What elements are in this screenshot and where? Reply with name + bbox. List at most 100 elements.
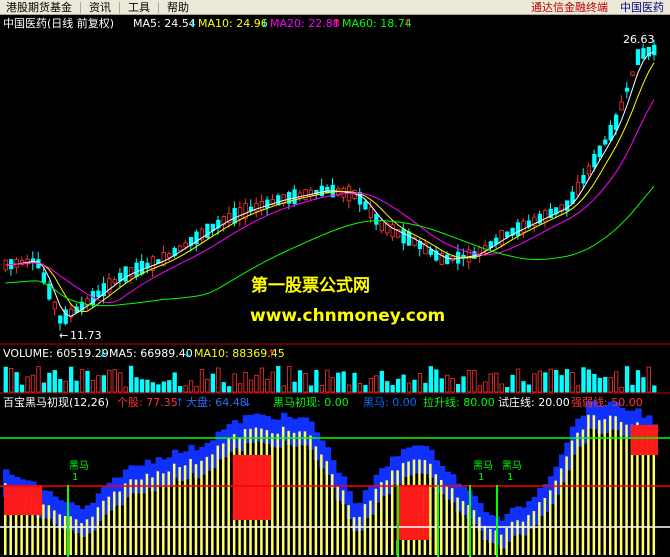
volume-bar — [237, 383, 243, 393]
indicator-stock-bar — [314, 446, 318, 555]
volume-bar — [559, 375, 564, 393]
volume-bar — [145, 379, 150, 393]
volume-bar — [286, 366, 292, 393]
volume-bar — [543, 372, 548, 393]
indicator-strong-area — [641, 425, 648, 455]
volume-bar — [624, 366, 630, 393]
indicator-stock-bar — [69, 516, 72, 555]
indicator-stock-bar — [47, 505, 51, 555]
candle — [276, 195, 281, 206]
indicator-stock-bar — [380, 482, 383, 555]
candle — [515, 222, 521, 236]
volume-bar — [532, 373, 537, 393]
indicator-strong-area — [25, 485, 32, 515]
volume-bar — [477, 385, 483, 393]
candle — [341, 187, 346, 198]
indicator-strong-area — [265, 455, 272, 520]
stock-chart[interactable]: 中国医药(日线 前复权) MA5: 24.54 ↓ MA10: 24.96 ↓ … — [0, 15, 670, 557]
indicator-stock-bar — [385, 480, 388, 555]
ma20-arrow: ↑ — [332, 17, 341, 30]
heima-marker-sub: 1 — [507, 472, 513, 483]
high-price-label: 26.63 — [623, 33, 655, 46]
indicator-strong-area — [423, 485, 430, 540]
volume-bar — [646, 366, 651, 393]
volume-bar — [9, 368, 14, 393]
volume-bar — [330, 377, 335, 393]
indicator-stock-bar — [129, 479, 132, 555]
candle — [177, 245, 183, 252]
chart-area[interactable]: 中国医药(日线 前复权) MA5: 24.54 ↓ MA10: 24.96 ↓ … — [0, 15, 670, 557]
ma10-arrow: ↓ — [260, 17, 269, 30]
volume-bar — [614, 371, 619, 393]
candle — [232, 207, 237, 224]
candle — [630, 71, 635, 76]
volume-bar — [499, 383, 504, 393]
menu-item-news[interactable]: 资讯 — [83, 0, 117, 15]
candle — [428, 249, 434, 255]
volume-bar — [363, 384, 368, 393]
indicator-stock-bar — [205, 456, 209, 555]
indicator-stock-bar — [461, 501, 465, 555]
indicator-stock-bar — [107, 496, 111, 555]
indicator-stock-bar — [298, 431, 301, 555]
indicator-strong-area — [243, 455, 250, 520]
indicator-strong-area — [418, 485, 424, 540]
indicator-strong-area — [630, 425, 637, 455]
candle — [619, 101, 624, 111]
indicator-stock-bar — [587, 414, 590, 555]
menu-item-help[interactable]: 帮助 — [161, 0, 195, 15]
indicator-strong-area — [31, 485, 37, 515]
volume-bar — [597, 377, 602, 393]
candle — [205, 223, 210, 239]
volume-bar — [368, 378, 374, 393]
volume-bar — [161, 381, 166, 393]
indicator-stock-bar — [625, 424, 628, 555]
volume-bar — [603, 376, 608, 393]
volume-bar — [455, 383, 461, 393]
volume-bar — [58, 379, 63, 393]
indicator-stock-bar — [505, 527, 508, 555]
candle — [134, 262, 139, 277]
indicator-stock-bar — [178, 467, 181, 555]
indicator-strong-area — [238, 455, 244, 520]
menu-item-hk-futures[interactable]: 港股期货基金 — [0, 0, 78, 15]
indicator-stock-bar — [194, 464, 198, 555]
volume-bar — [243, 371, 248, 393]
indicator-stock-bar — [140, 479, 143, 555]
indicator-stock-bar — [619, 421, 623, 555]
indicator-stock-bar — [42, 504, 45, 555]
candle — [406, 231, 412, 246]
indicator-stock-bar — [478, 517, 481, 555]
indicator-strong-area — [401, 485, 408, 540]
indicator-heima: 黑马: 0.00 — [363, 396, 417, 409]
indicator-stock-bar — [80, 523, 83, 555]
candle — [265, 199, 270, 208]
volume-bar — [292, 381, 297, 393]
candle — [259, 200, 265, 211]
main-title: 中国医药(日线 前复权) — [3, 16, 114, 30]
volume-bar — [79, 369, 85, 393]
volume-bar — [297, 370, 303, 393]
volume-bar — [314, 370, 319, 393]
indicator-shizhuang: 试庄线: 20.00 — [498, 395, 570, 409]
volume-label: VOLUME: 60519.29 — [3, 347, 109, 360]
indicator-stock-bar — [565, 456, 568, 555]
candle — [592, 153, 597, 168]
volume-bar — [515, 368, 521, 393]
volume-bar — [112, 369, 117, 393]
watermark-url: www.chnmoney.com — [250, 306, 445, 326]
indicator-strong-area — [249, 455, 255, 520]
menubar: 港股期货基金 资讯 工具 帮助 通达信金融终端 中国医药 — [0, 0, 670, 15]
volume-bar — [150, 382, 156, 393]
volume-bar — [439, 378, 444, 393]
candle — [368, 206, 374, 218]
volume-bar — [581, 367, 586, 393]
volume-bar — [652, 385, 657, 393]
candle — [624, 87, 630, 92]
volume-bar — [412, 379, 417, 393]
volume-bar — [417, 373, 423, 393]
indicator-stock-bar — [429, 463, 432, 555]
ma20-line — [5, 98, 655, 304]
indicator-stock-bar — [576, 432, 579, 555]
menu-item-tools[interactable]: 工具 — [122, 0, 156, 15]
